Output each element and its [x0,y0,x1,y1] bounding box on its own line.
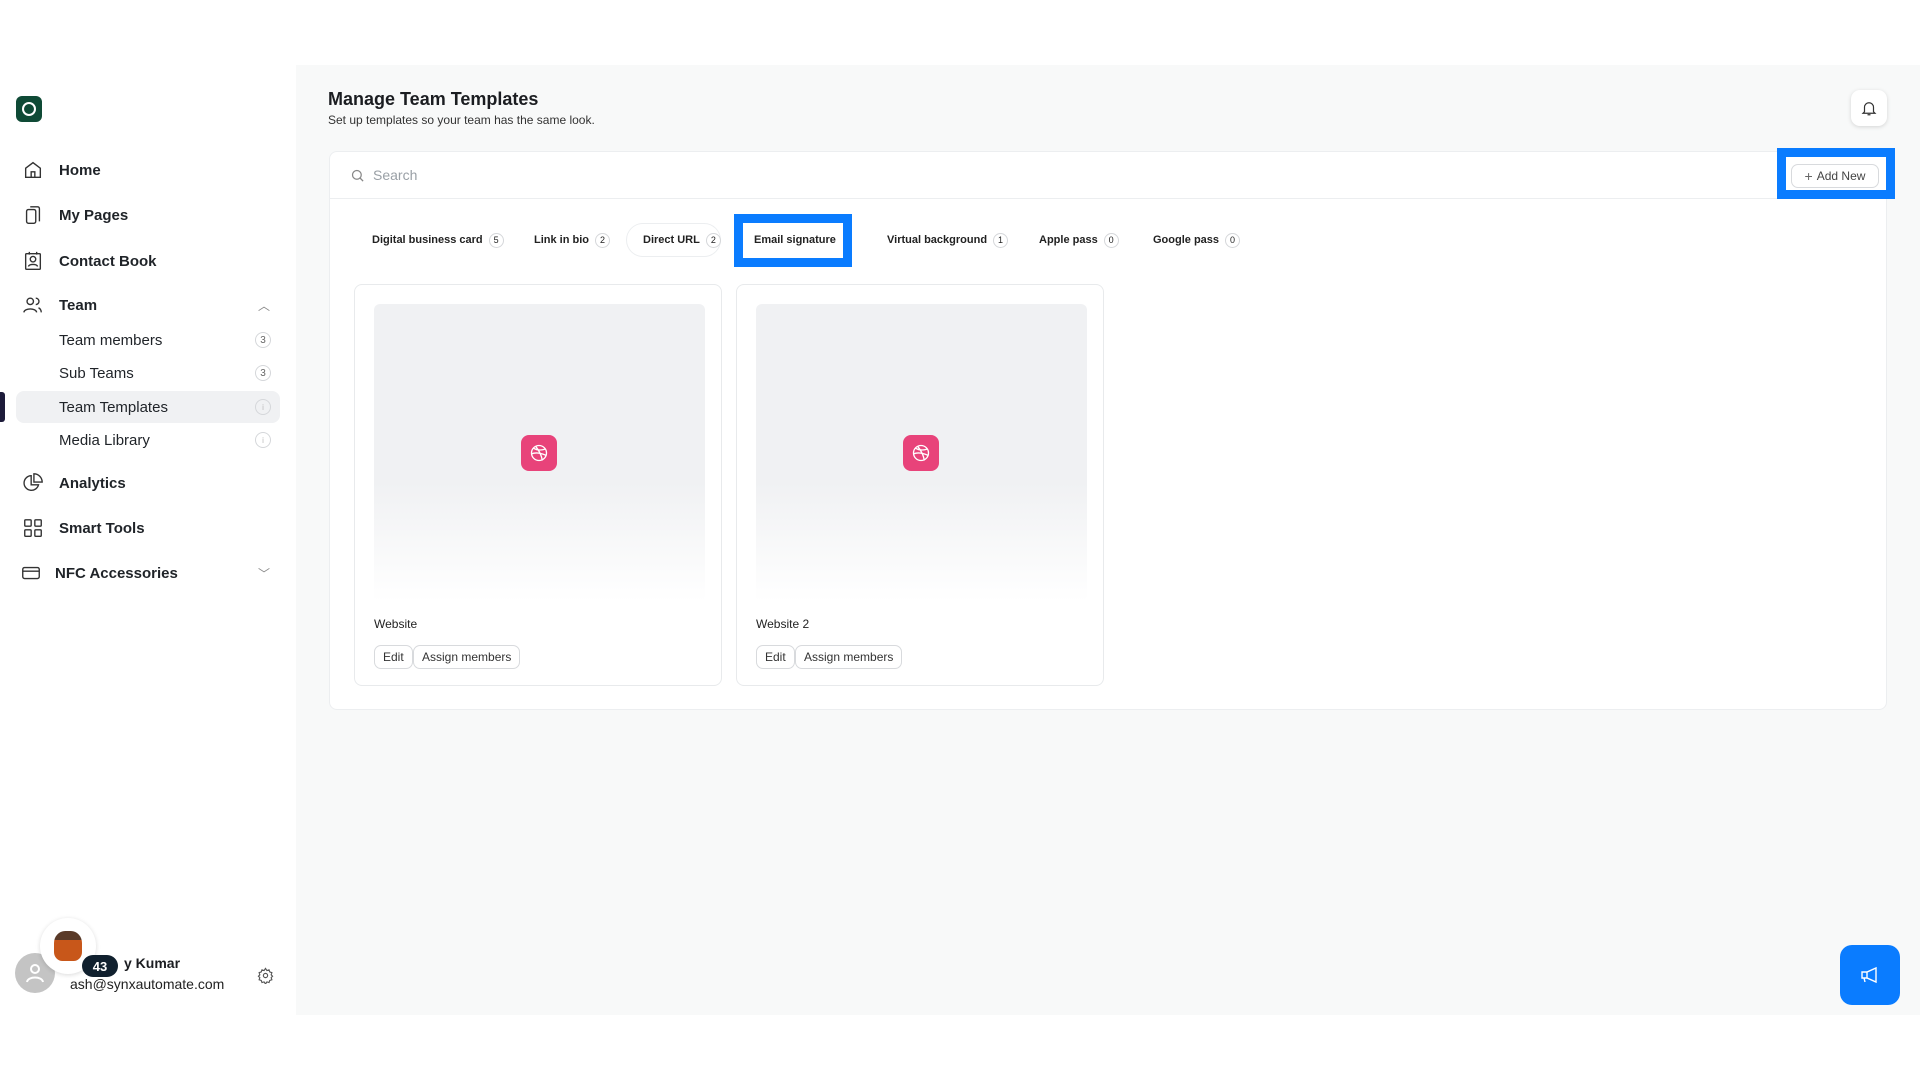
tab-label: Direct URL [643,234,700,246]
tab-virtual-background[interactable]: Virtual background 1 [887,228,1009,252]
sidebar-item-label: Media Library [59,431,150,449]
sidebar-item-analytics[interactable]: Analytics [0,467,296,499]
sidebar-item-media-library[interactable]: Media Library i [0,424,296,456]
user-email: ash@synxautomate.com [70,976,225,992]
tab-apple-pass[interactable]: Apple pass 0 [1039,228,1119,252]
tab-count: 1 [993,232,1009,248]
sidebar-item-label: Analytics [59,474,126,492]
plus-icon: + [1804,168,1813,184]
tab-count: 0 [1225,232,1241,248]
sidebar-item-nfc-accessories[interactable]: NFC Accessories ﹀ [0,557,296,589]
sidebar-item-smart-tools[interactable]: Smart Tools [0,512,296,544]
chevron-up-icon[interactable]: ︿ [258,297,270,314]
search-bar [330,152,1886,199]
assign-members-button[interactable]: Assign members [413,645,521,669]
page-title: Manage Team Templates [328,89,539,109]
home-icon [24,161,42,179]
notifications-button[interactable] [1851,90,1887,126]
notification-count-badge: 43 [82,955,118,977]
template-name: Website [374,617,418,631]
sidebar-item-label: Team Templates [59,398,168,416]
tab-count: 5 [488,232,504,248]
dribbble-icon [903,435,939,471]
tab-label: Link in bio [534,234,589,246]
tab-direct-url[interactable]: Direct URL 2 [643,228,721,252]
edit-button[interactable]: Edit [756,645,795,669]
user-name: y Kumar [124,955,181,971]
info-icon: i [255,399,271,415]
sidebar-item-label: My Pages [59,206,129,224]
count-badge: 3 [255,365,271,381]
add-new-highlight: + Add New [1777,148,1895,199]
pages-icon [25,206,41,224]
analytics-icon [23,473,43,491]
sidebar-item-label: Sub Teams [59,364,134,382]
tab-label: Digital business card [372,234,483,246]
sidebar-item-label: Home [59,161,101,179]
brand-logo[interactable] [16,96,42,122]
template-card[interactable]: Website 2 Edit Assign members [736,284,1104,686]
sidebar-item-sub-teams[interactable]: Sub Teams 3 [0,357,296,389]
search-icon [351,169,364,182]
tab-label: Email signature [754,234,836,246]
sidebar: Home My Pages Contact Book Team ︿ Team m… [0,0,296,1080]
template-name: Website 2 [756,617,810,631]
card-icon [22,566,40,580]
sidebar-item-label: NFC Accessories [55,564,178,582]
add-new-label: Add New [1816,169,1866,183]
tab-link-in-bio[interactable]: Link in bio 2 [534,228,610,252]
gear-icon[interactable] [257,967,274,984]
sidebar-item-team-members[interactable]: Team members 3 [0,324,296,356]
template-card[interactable]: Website Edit Assign members [354,284,722,686]
announcements-button[interactable] [1840,945,1900,1005]
search-input[interactable] [373,167,1673,183]
dribbble-icon [521,435,557,471]
sidebar-item-team-templates[interactable]: Team Templates i [0,391,296,423]
page-subtitle: Set up templates so your team has the sa… [328,113,595,127]
template-preview[interactable] [756,304,1087,602]
tab-count: 0 [1103,232,1119,248]
tab-label: Google pass [1153,234,1220,246]
megaphone-icon [1861,966,1877,984]
tab-label: Apple pass [1039,234,1098,246]
chevron-down-icon[interactable]: ﹀ [258,565,270,582]
sidebar-item-team[interactable]: Team ︿ [0,289,296,321]
info-icon: i [255,432,271,448]
edit-button[interactable]: Edit [374,645,413,669]
bell-icon [1861,102,1877,116]
grid-icon [24,519,42,537]
sidebar-item-label: Team members [59,331,163,349]
sidebar-item-label: Smart Tools [59,519,145,537]
count-badge: 3 [255,332,271,348]
team-icon [23,297,42,313]
sidebar-item-label: Contact Book [59,252,157,270]
tab-google-pass[interactable]: Google pass 0 [1153,228,1241,252]
sidebar-item-contact-book[interactable]: Contact Book [0,245,296,277]
tab-count: 2 [595,232,610,248]
sidebar-item-my-pages[interactable]: My Pages [0,199,296,231]
contact-book-icon [24,251,42,270]
sidebar-item-label: Team [59,296,98,314]
template-preview[interactable] [374,304,705,602]
assign-members-button[interactable]: Assign members [795,645,903,669]
tab-count: 2 [705,232,721,248]
tab-email-signature[interactable]: Email signature [754,228,836,252]
sidebar-item-home[interactable]: Home [0,154,296,186]
tab-label: Virtual background [887,234,988,246]
tab-digital-business-card[interactable]: Digital business card 5 [372,228,504,252]
add-new-button[interactable]: + Add New [1791,164,1879,188]
